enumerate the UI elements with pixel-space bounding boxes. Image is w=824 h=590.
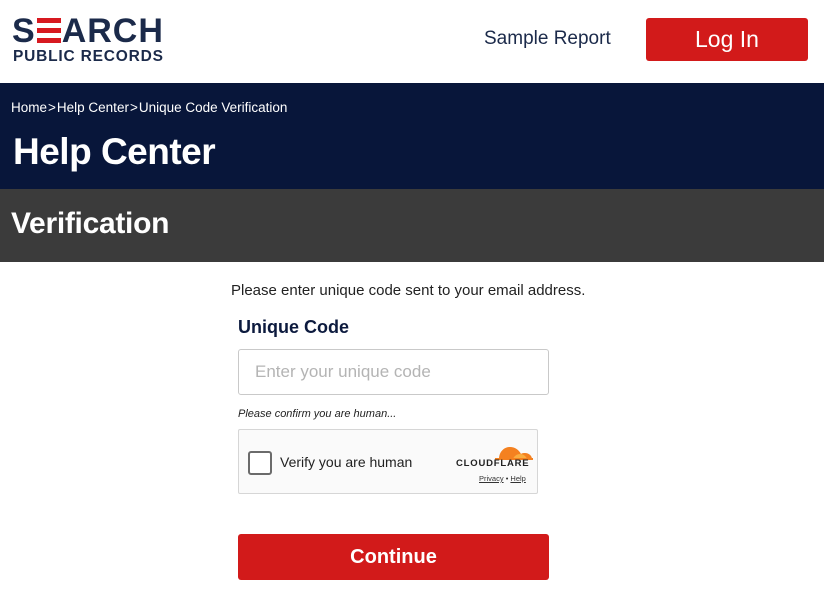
logo-wordmark: S ARCH <box>12 12 164 50</box>
human-confirm-note: Please confirm you are human... <box>238 408 397 420</box>
breadcrumb-home[interactable]: Home <box>11 100 47 115</box>
cloudflare-wordmark: CLOUDFLARE <box>456 458 530 469</box>
cloudflare-captcha: Verify you are human CLOUDFLARE Privacy … <box>238 429 538 494</box>
captcha-label: Verify you are human <box>280 454 413 470</box>
breadcrumb-help-center[interactable]: Help Center <box>57 100 129 115</box>
unique-code-input[interactable] <box>238 349 549 395</box>
breadcrumb-current: Unique Code Verification <box>138 100 288 115</box>
site-header: S ARCH PUBLIC RECORDS Sample Report Log I… <box>0 0 824 83</box>
unique-code-label: Unique Code <box>238 317 349 337</box>
captcha-checkbox[interactable] <box>248 451 272 475</box>
page-title: Help Center <box>13 131 216 172</box>
logo-subtitle: PUBLIC RECORDS <box>13 48 164 65</box>
link-separator: • <box>505 474 509 483</box>
instructions-text: Please enter unique code sent to your em… <box>231 282 586 299</box>
breadcrumb-separator: > <box>129 100 138 115</box>
login-button[interactable]: Log In <box>646 18 808 61</box>
search-public-records-logo[interactable]: S ARCH PUBLIC RECORDS <box>12 14 182 66</box>
help-link[interactable]: Help <box>510 474 525 483</box>
section-title: Verification <box>11 207 170 240</box>
sample-report-link[interactable]: Sample Report <box>484 28 611 50</box>
privacy-link[interactable]: Privacy <box>479 474 504 483</box>
breadcrumb: Home>Help Center>Unique Code Verificatio… <box>11 100 287 115</box>
help-center-banner: Home>Help Center>Unique Code Verificatio… <box>0 83 824 189</box>
breadcrumb-separator: > <box>48 100 56 115</box>
continue-button[interactable]: Continue <box>238 534 549 580</box>
captcha-links: Privacy • Help <box>479 474 526 483</box>
logo-e-stripes-icon <box>36 17 61 43</box>
verification-banner: Verification <box>0 189 824 262</box>
